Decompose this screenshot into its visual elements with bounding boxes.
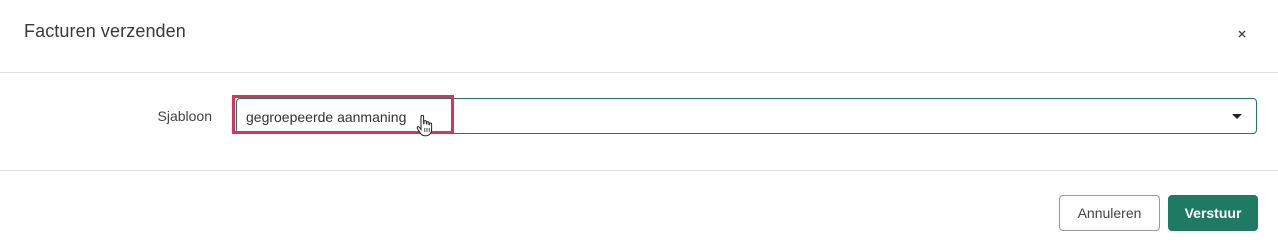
template-select[interactable]: gegroepeerde aanmaning xyxy=(236,98,1257,134)
dialog-header: Facturen verzenden xyxy=(0,0,1278,73)
template-select-value: gegroepeerde aanmaning xyxy=(246,109,407,125)
dialog-footer: Annuleren Verstuur xyxy=(0,171,1278,249)
close-icon xyxy=(1238,30,1246,38)
send-invoices-dialog: Facturen verzenden Sjabloon gegroepeerde… xyxy=(0,0,1278,249)
cancel-button[interactable]: Annuleren xyxy=(1059,195,1160,231)
dialog-body: Sjabloon gegroepeerde aanmaning xyxy=(0,73,1278,171)
send-button[interactable]: Verstuur xyxy=(1168,195,1258,231)
dialog-title: Facturen verzenden xyxy=(24,21,186,41)
close-button[interactable] xyxy=(1232,24,1252,44)
template-label: Sjabloon xyxy=(157,108,213,124)
chevron-down-icon[interactable] xyxy=(1232,114,1242,119)
